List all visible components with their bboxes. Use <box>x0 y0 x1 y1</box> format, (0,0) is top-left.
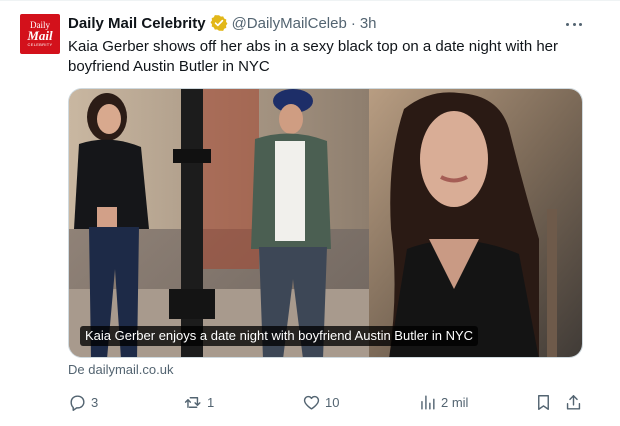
heart-icon <box>303 395 320 410</box>
separator-dot: · <box>350 14 356 32</box>
avatar-line-2: Mail <box>27 27 53 43</box>
timestamp[interactable]: 3h <box>360 15 377 32</box>
more-options-icon[interactable] <box>562 14 586 34</box>
tweet-text: Kaia Gerber shows off her abs in a sexy … <box>68 38 559 75</box>
share-button[interactable] <box>564 390 587 414</box>
display-name[interactable]: Daily Mail Celebrity <box>68 15 206 32</box>
user-handle[interactable]: @DailyMailCeleb <box>232 15 347 32</box>
bookmark-button[interactable] <box>534 390 557 414</box>
view-count: 2 mil <box>441 394 469 410</box>
divider <box>0 0 620 1</box>
reply-count: 3 <box>91 394 99 410</box>
more-dot <box>579 22 582 26</box>
tweet-card[interactable]: Daily Mail CELEBRITY Daily Mail Celebrit… <box>0 0 620 426</box>
more-dot <box>566 22 569 26</box>
link-source[interactable]: De dailymail.co.uk <box>68 362 174 377</box>
views-button[interactable]: 2 mil <box>418 390 468 414</box>
retweet-count: 1 <box>207 394 215 410</box>
avatar[interactable]: Daily Mail CELEBRITY <box>20 14 60 54</box>
bookmark-icon <box>538 394 549 410</box>
reply-icon <box>70 394 85 411</box>
retweet-button[interactable]: 1 <box>184 390 214 414</box>
share-icon <box>566 394 581 410</box>
avatar-line-3: CELEBRITY <box>27 41 53 47</box>
reply-button[interactable]: 3 <box>68 390 98 414</box>
photo-illustration <box>69 89 582 357</box>
action-bar: 3 1 10 2 mil <box>68 390 588 414</box>
like-count: 10 <box>325 394 340 410</box>
gold-verified-icon[interactable] <box>210 14 228 32</box>
tweet-header: Daily Mail Celebrity @DailyMailCeleb · 3… <box>68 13 377 33</box>
retweet-icon <box>184 396 201 408</box>
views-chart-icon <box>421 394 435 410</box>
media-caption: Kaia Gerber enjoys a date night with boy… <box>80 326 479 346</box>
like-button[interactable]: 10 <box>302 390 339 414</box>
tweet-media-photo[interactable]: Kaia Gerber enjoys a date night with boy… <box>68 88 583 358</box>
more-dot <box>572 22 576 26</box>
